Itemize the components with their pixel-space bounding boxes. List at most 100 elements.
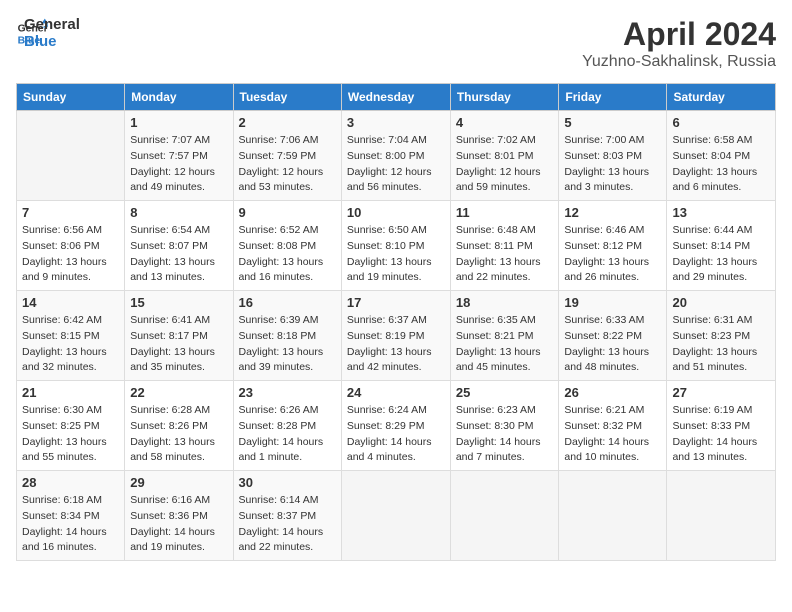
calendar-cell [559,471,667,561]
calendar-week-row: 7 Sunrise: 6:56 AMSunset: 8:06 PMDaylight… [17,201,776,291]
calendar-cell: 9 Sunrise: 6:52 AMSunset: 8:08 PMDaylight… [233,201,341,291]
weekday-header-tuesday: Tuesday [233,84,341,111]
day-number: 14 [22,295,119,310]
day-info: Sunrise: 6:48 AMSunset: 8:11 PMDaylight:… [456,223,554,286]
day-info: Sunrise: 6:28 AMSunset: 8:26 PMDaylight:… [130,403,227,466]
day-info: Sunrise: 6:56 AMSunset: 8:06 PMDaylight:… [22,223,119,286]
page-header: General Blue General Blue April 2024 Yuz… [16,16,776,71]
calendar-week-row: 1 Sunrise: 7:07 AMSunset: 7:57 PMDaylight… [17,111,776,201]
calendar-cell: 28 Sunrise: 6:18 AMSunset: 8:34 PMDayligh… [17,471,125,561]
day-number: 11 [456,205,554,220]
calendar-week-row: 14 Sunrise: 6:42 AMSunset: 8:15 PMDayligh… [17,291,776,381]
weekday-header-thursday: Thursday [450,84,559,111]
day-info: Sunrise: 6:14 AMSunset: 8:37 PMDaylight:… [239,493,336,556]
day-info: Sunrise: 6:50 AMSunset: 8:10 PMDaylight:… [347,223,445,286]
title-block: April 2024 Yuzhno-Sakhalinsk, Russia [582,16,776,71]
day-number: 26 [564,385,661,400]
day-info: Sunrise: 6:52 AMSunset: 8:08 PMDaylight:… [239,223,336,286]
day-number: 12 [564,205,661,220]
day-number: 8 [130,205,227,220]
weekday-header-wednesday: Wednesday [341,84,450,111]
calendar-cell: 10 Sunrise: 6:50 AMSunset: 8:10 PMDayligh… [341,201,450,291]
day-info: Sunrise: 7:04 AMSunset: 8:00 PMDaylight:… [347,133,445,196]
day-number: 23 [239,385,336,400]
day-number: 4 [456,115,554,130]
calendar-cell: 27Sunrise: 6:19 AMSunset: 8:33 PMDayligh… [667,381,776,471]
day-number: 20 [672,295,770,310]
calendar-cell: 24 Sunrise: 6:24 AMSunset: 8:29 PMDayligh… [341,381,450,471]
day-number: 13 [672,205,770,220]
day-info: Sunrise: 6:30 AMSunset: 8:25 PMDaylight:… [22,403,119,466]
day-info: Sunrise: 6:26 AMSunset: 8:28 PMDaylight:… [239,403,336,466]
day-info: Sunrise: 7:07 AMSunset: 7:57 PMDaylight:… [130,133,227,196]
calendar-cell: 22Sunrise: 6:28 AMSunset: 8:26 PMDayligh… [125,381,233,471]
day-number: 9 [239,205,336,220]
day-number: 25 [456,385,554,400]
day-info: Sunrise: 6:16 AMSunset: 8:36 PMDaylight:… [130,493,227,556]
day-number: 30 [239,475,336,490]
calendar-week-row: 28 Sunrise: 6:18 AMSunset: 8:34 PMDayligh… [17,471,776,561]
calendar-cell: 4 Sunrise: 7:02 AMSunset: 8:01 PMDaylight… [450,111,559,201]
calendar-cell: 1 Sunrise: 7:07 AMSunset: 7:57 PMDaylight… [125,111,233,201]
day-number: 1 [130,115,227,130]
day-info: Sunrise: 6:42 AMSunset: 8:15 PMDaylight:… [22,313,119,376]
calendar-cell: 29 Sunrise: 6:16 AMSunset: 8:36 PMDayligh… [125,471,233,561]
day-number: 2 [239,115,336,130]
day-info: Sunrise: 6:33 AMSunset: 8:22 PMDaylight:… [564,313,661,376]
calendar-cell: 6Sunrise: 6:58 AMSunset: 8:04 PMDaylight… [667,111,776,201]
calendar-cell [17,111,125,201]
day-number: 18 [456,295,554,310]
calendar-cell: 23 Sunrise: 6:26 AMSunset: 8:28 PMDayligh… [233,381,341,471]
calendar-cell: 15Sunrise: 6:41 AMSunset: 8:17 PMDayligh… [125,291,233,381]
day-number: 29 [130,475,227,490]
day-info: Sunrise: 6:19 AMSunset: 8:33 PMDaylight:… [672,403,770,466]
calendar-cell [667,471,776,561]
day-info: Sunrise: 6:54 AMSunset: 8:07 PMDaylight:… [130,223,227,286]
logo: General Blue General Blue [16,16,80,50]
calendar-cell: 25 Sunrise: 6:23 AMSunset: 8:30 PMDayligh… [450,381,559,471]
logo-general: General [24,16,80,33]
calendar-cell [341,471,450,561]
day-info: Sunrise: 6:39 AMSunset: 8:18 PMDaylight:… [239,313,336,376]
location-subtitle: Yuzhno-Sakhalinsk, Russia [582,53,776,71]
day-info: Sunrise: 6:37 AMSunset: 8:19 PMDaylight:… [347,313,445,376]
calendar-cell: 20 Sunrise: 6:31 AMSunset: 8:23 PMDayligh… [667,291,776,381]
calendar-cell: 11 Sunrise: 6:48 AMSunset: 8:11 PMDayligh… [450,201,559,291]
weekday-header-sunday: Sunday [17,84,125,111]
weekday-header-friday: Friday [559,84,667,111]
calendar-cell: 30 Sunrise: 6:14 AMSunset: 8:37 PMDayligh… [233,471,341,561]
calendar-cell: 5Sunrise: 7:00 AMSunset: 8:03 PMDaylight… [559,111,667,201]
day-info: Sunrise: 6:31 AMSunset: 8:23 PMDaylight:… [672,313,770,376]
day-info: Sunrise: 6:18 AMSunset: 8:34 PMDaylight:… [22,493,119,556]
logo-blue: Blue [24,33,80,50]
day-number: 7 [22,205,119,220]
day-number: 17 [347,295,445,310]
calendar-week-row: 21 Sunrise: 6:30 AMSunset: 8:25 PMDayligh… [17,381,776,471]
day-number: 28 [22,475,119,490]
day-number: 5 [564,115,661,130]
weekday-header-saturday: Saturday [667,84,776,111]
day-info: Sunrise: 6:58 AMSunset: 8:04 PMDaylight:… [672,133,770,196]
day-number: 3 [347,115,445,130]
calendar-table: SundayMondayTuesdayWednesdayThursdayFrid… [16,83,776,561]
calendar-cell: 26 Sunrise: 6:21 AMSunset: 8:32 PMDayligh… [559,381,667,471]
calendar-cell: 17 Sunrise: 6:37 AMSunset: 8:19 PMDayligh… [341,291,450,381]
day-info: Sunrise: 6:21 AMSunset: 8:32 PMDaylight:… [564,403,661,466]
day-info: Sunrise: 6:44 AMSunset: 8:14 PMDaylight:… [672,223,770,286]
weekday-header-monday: Monday [125,84,233,111]
calendar-body: 1 Sunrise: 7:07 AMSunset: 7:57 PMDaylight… [17,111,776,561]
day-info: Sunrise: 6:35 AMSunset: 8:21 PMDaylight:… [456,313,554,376]
calendar-cell: 19Sunrise: 6:33 AMSunset: 8:22 PMDayligh… [559,291,667,381]
day-info: Sunrise: 7:06 AMSunset: 7:59 PMDaylight:… [239,133,336,196]
day-info: Sunrise: 7:02 AMSunset: 8:01 PMDaylight:… [456,133,554,196]
day-info: Sunrise: 6:24 AMSunset: 8:29 PMDaylight:… [347,403,445,466]
calendar-cell: 3 Sunrise: 7:04 AMSunset: 8:00 PMDaylight… [341,111,450,201]
calendar-cell [450,471,559,561]
calendar-header-row: SundayMondayTuesdayWednesdayThursdayFrid… [17,84,776,111]
day-info: Sunrise: 6:23 AMSunset: 8:30 PMDaylight:… [456,403,554,466]
day-number: 24 [347,385,445,400]
calendar-cell: 8 Sunrise: 6:54 AMSunset: 8:07 PMDaylight… [125,201,233,291]
day-number: 21 [22,385,119,400]
month-year-title: April 2024 [582,16,776,53]
day-number: 10 [347,205,445,220]
